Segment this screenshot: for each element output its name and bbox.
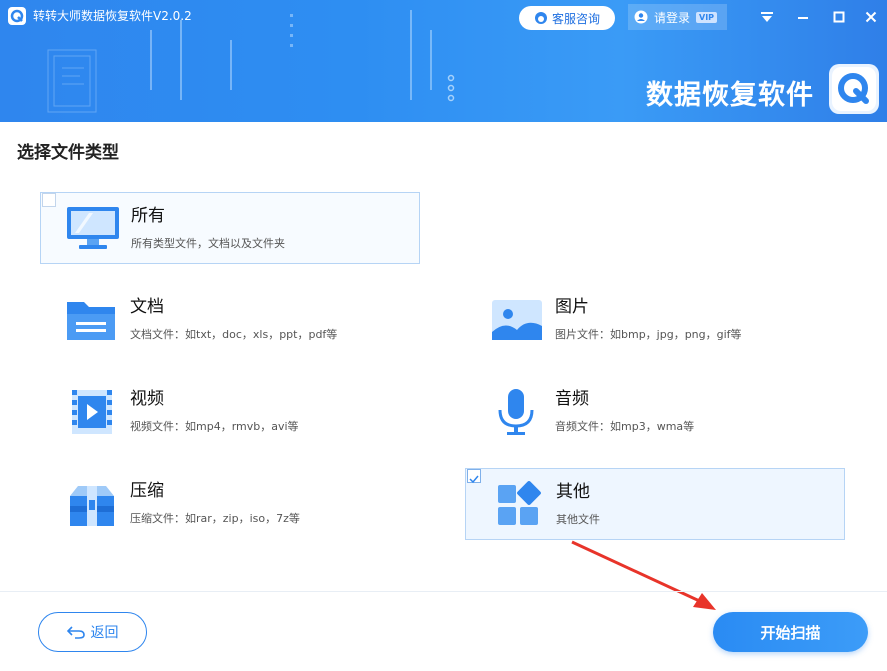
brand-text: 数据恢复软件 bbox=[646, 80, 814, 111]
image-icon bbox=[489, 294, 545, 344]
file-type-name: 视频 bbox=[130, 389, 164, 409]
file-type-desc: 其他文件 bbox=[556, 513, 600, 526]
app-title: 转转大师数据恢复软件V2.0.2 bbox=[33, 9, 192, 23]
menu-icon bbox=[761, 12, 773, 22]
vip-badge: VIP bbox=[696, 11, 718, 23]
file-type-desc: 视频文件：如mp4，rmvb，avi等 bbox=[130, 420, 299, 433]
file-type-other[interactable]: 其他 其他文件 bbox=[465, 468, 845, 540]
other-apps-icon bbox=[490, 479, 546, 529]
menu-button[interactable] bbox=[756, 6, 778, 28]
file-type-name: 压缩 bbox=[130, 481, 164, 501]
file-type-name: 其他 bbox=[556, 482, 590, 502]
file-type-all[interactable]: 所有 所有类型文件，文档以及文件夹 bbox=[40, 192, 420, 264]
back-label: 返回 bbox=[90, 625, 119, 641]
maximize-button[interactable] bbox=[828, 6, 850, 28]
file-type-desc: 所有类型文件，文档以及文件夹 bbox=[131, 237, 285, 250]
minimize-button[interactable] bbox=[792, 6, 814, 28]
brand-logo-icon bbox=[829, 64, 879, 114]
checkbox-checked[interactable] bbox=[467, 469, 481, 484]
video-icon bbox=[64, 386, 120, 436]
archive-icon bbox=[64, 478, 120, 528]
monitor-icon bbox=[65, 203, 121, 253]
return-icon bbox=[66, 626, 85, 639]
check-icon bbox=[469, 475, 479, 484]
section-title: 选择文件类型 bbox=[17, 143, 119, 163]
file-type-image[interactable]: 图片 图片文件：如bmp，jpg，png，gif等 bbox=[465, 284, 845, 356]
footer-divider bbox=[0, 591, 887, 592]
back-button[interactable]: 返回 bbox=[38, 612, 147, 652]
close-icon bbox=[865, 11, 877, 23]
file-type-desc: 文档文件：如txt，doc，xls，ppt，pdf等 bbox=[130, 328, 338, 341]
file-type-name: 音频 bbox=[555, 389, 589, 409]
login-label: 请登录 bbox=[654, 10, 691, 25]
maximize-icon bbox=[833, 11, 845, 23]
file-type-video[interactable]: 视频 视频文件：如mp4，rmvb，avi等 bbox=[40, 376, 420, 448]
user-icon bbox=[634, 10, 648, 24]
login-button[interactable]: 请登录 VIP bbox=[628, 4, 727, 30]
file-type-desc: 压缩文件：如rar，zip，iso，7z等 bbox=[130, 512, 300, 525]
file-type-archive[interactable]: 压缩 压缩文件：如rar，zip，iso，7z等 bbox=[40, 468, 420, 540]
file-type-audio[interactable]: 音频 音频文件：如mp3，wma等 bbox=[465, 376, 845, 448]
file-type-desc: 音频文件：如mp3，wma等 bbox=[555, 420, 695, 433]
start-scan-label: 开始扫描 bbox=[760, 623, 821, 642]
customer-service-button[interactable]: 客服咨询 bbox=[519, 6, 615, 30]
folder-icon bbox=[64, 294, 120, 344]
start-scan-button[interactable]: 开始扫描 bbox=[713, 612, 868, 652]
file-type-name: 文档 bbox=[130, 297, 164, 317]
file-type-desc: 图片文件：如bmp，jpg，png，gif等 bbox=[555, 328, 742, 341]
microphone-icon bbox=[489, 386, 545, 436]
close-button[interactable] bbox=[860, 6, 882, 28]
app-logo-icon bbox=[8, 7, 26, 25]
title-bar: 转转大师数据恢复软件V2.0.2 客服咨询 请登录 VIP 数据恢复软件 bbox=[0, 0, 887, 122]
customer-service-label: 客服咨询 bbox=[551, 11, 600, 26]
annotation-arrow bbox=[571, 540, 716, 610]
file-type-doc[interactable]: 文档 文档文件：如txt，doc，xls，ppt，pdf等 bbox=[40, 284, 420, 356]
minimize-icon bbox=[798, 17, 808, 19]
file-type-name: 图片 bbox=[555, 297, 589, 317]
headset-icon bbox=[534, 12, 547, 24]
checkbox[interactable] bbox=[42, 193, 56, 207]
file-type-name: 所有 bbox=[131, 206, 165, 226]
